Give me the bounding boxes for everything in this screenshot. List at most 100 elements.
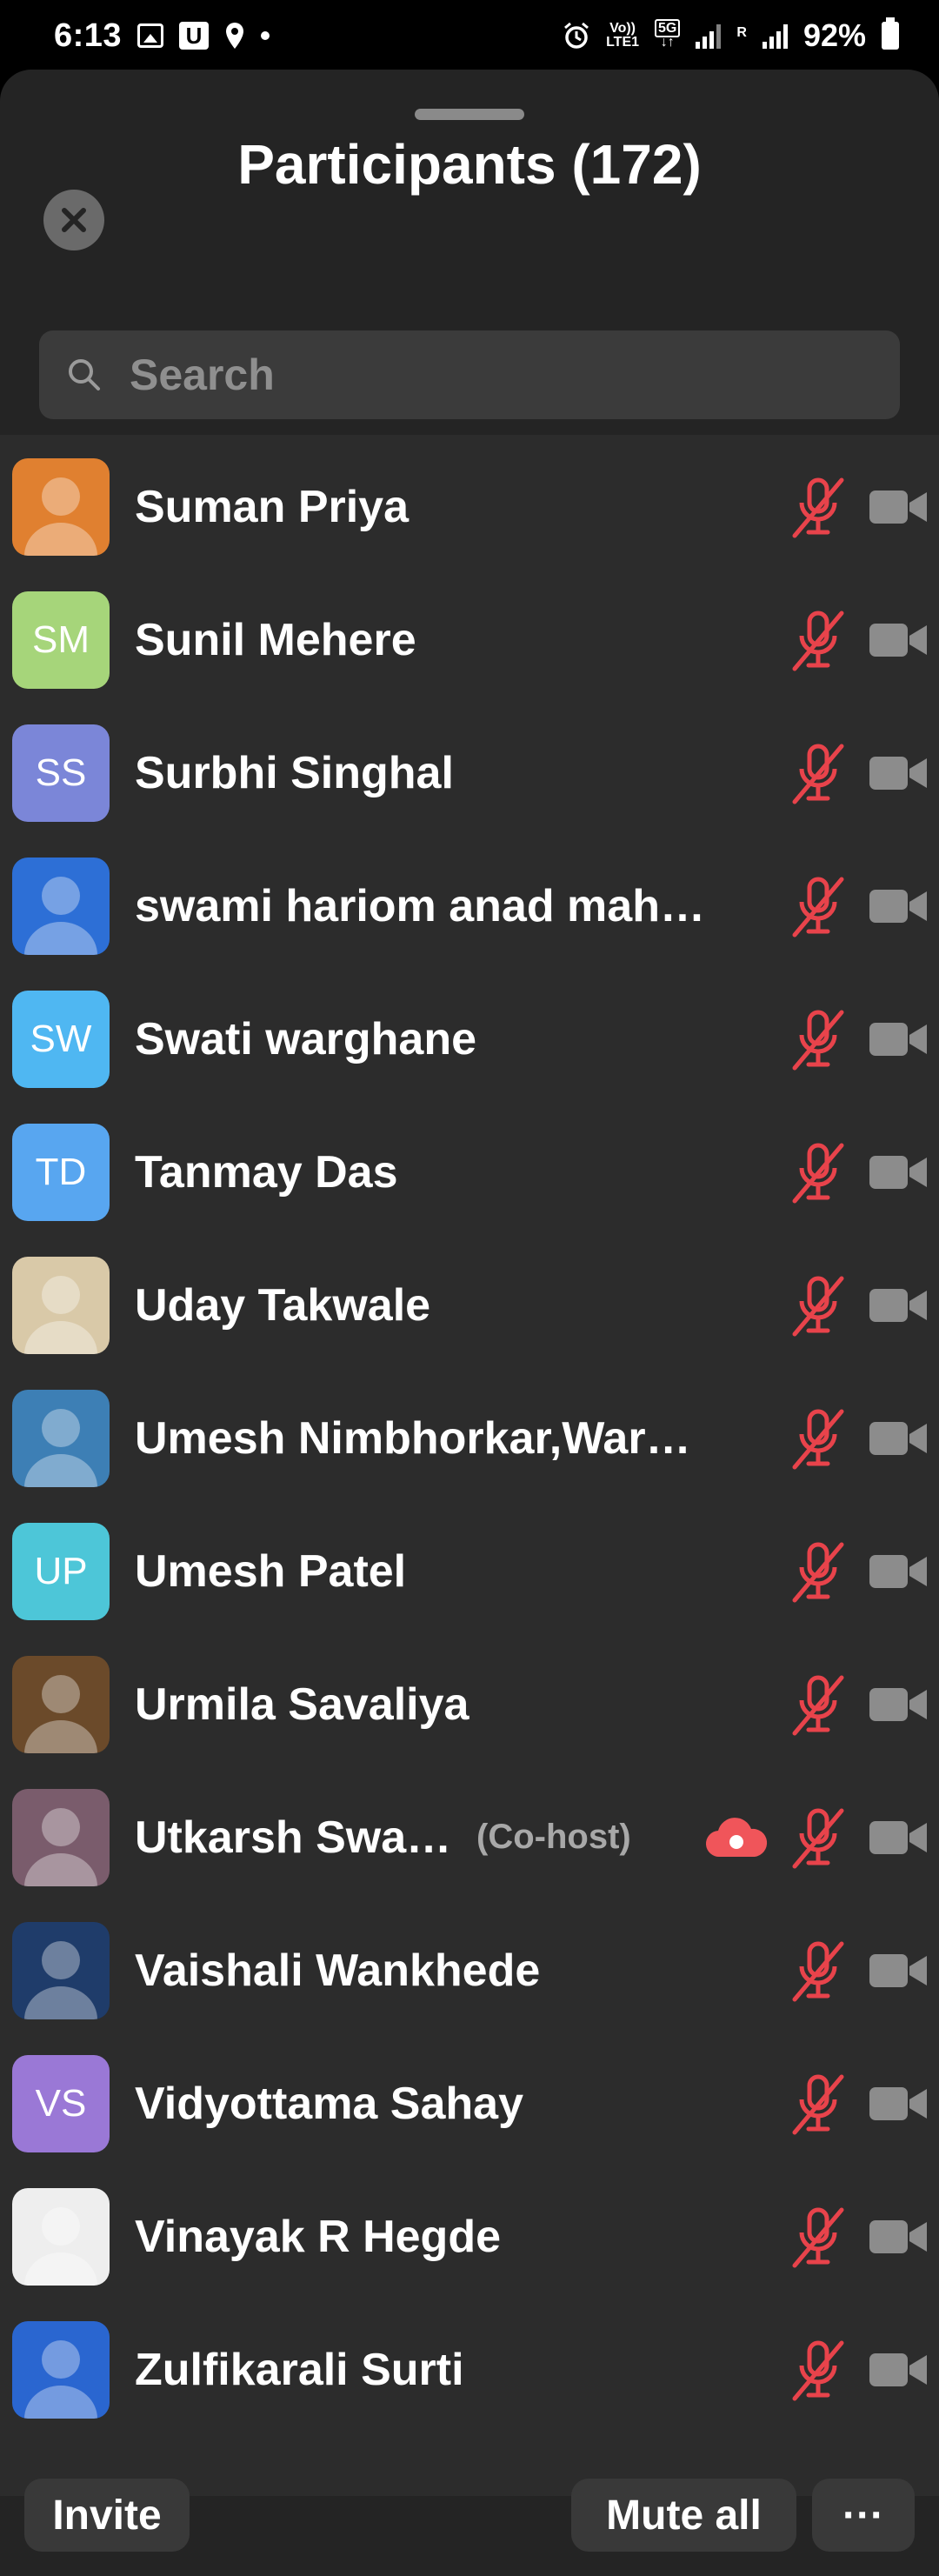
participant-name: Swati warghane [135, 1013, 476, 1064]
5g-indicator: 5G ↓↑ [655, 19, 681, 50]
mic-muted-icon[interactable] [789, 475, 847, 539]
participant-row[interactable]: swami hariom anad mah… [0, 839, 939, 972]
camera-icon[interactable] [868, 2215, 929, 2259]
avatar [12, 2187, 110, 2286]
mic-muted-icon[interactable] [789, 1140, 847, 1205]
camera-icon[interactable] [868, 1151, 929, 1194]
participant-name: Sunil Mehere [135, 614, 416, 665]
mic-muted-icon[interactable] [789, 741, 847, 805]
camera-icon[interactable] [868, 618, 929, 662]
participant-row[interactable]: VS Vidyottama Sahay [0, 2037, 939, 2170]
camera-icon[interactable] [868, 1683, 929, 1726]
participant-row[interactable]: TD Tanmay Das [0, 1105, 939, 1238]
avatar: SW [12, 990, 110, 1088]
camera-icon[interactable] [868, 1816, 929, 1859]
search-input[interactable]: Search [39, 330, 900, 419]
camera-icon[interactable] [868, 2348, 929, 2392]
signal-icon-2 [762, 23, 788, 49]
participants-sheet: Participants (172) Search Suman Priya SM S… [0, 70, 939, 2576]
alarm-icon [563, 22, 590, 50]
avatar [12, 457, 110, 556]
mic-muted-icon[interactable] [789, 2072, 847, 2136]
mic-muted-icon[interactable] [789, 1805, 847, 1870]
camera-icon[interactable] [868, 1949, 929, 1992]
avatar [12, 1256, 110, 1354]
avatar [12, 1788, 110, 1886]
mic-muted-icon[interactable] [789, 2205, 847, 2269]
avatar: UP [12, 1522, 110, 1620]
participant-row[interactable]: UP Umesh Patel [0, 1505, 939, 1638]
footer-bar: Invite Mute all ··· [0, 2426, 939, 2552]
avatar: SS [12, 724, 110, 822]
dot-icon [261, 31, 270, 40]
participant-row[interactable]: Urmila Savaliya [0, 1638, 939, 1771]
mic-muted-icon[interactable] [789, 874, 847, 938]
participant-row[interactable]: Vaishali Wankhede [0, 1904, 939, 2037]
search-placeholder: Search [130, 350, 275, 399]
mic-muted-icon[interactable] [789, 1007, 847, 1071]
battery-text: 92% [802, 17, 866, 53]
search-icon [69, 359, 100, 390]
close-button[interactable] [43, 190, 104, 250]
participant-name: Urmila Savaliya [135, 1678, 470, 1730]
battery-icon [882, 17, 899, 50]
camera-icon[interactable] [868, 1284, 929, 1327]
drag-handle[interactable] [415, 109, 524, 120]
participant-name: Umesh Patel [135, 1545, 407, 1597]
participant-row[interactable]: Zulfikarali Surti [0, 2303, 939, 2436]
mic-muted-icon[interactable] [789, 1939, 847, 2003]
avatar: SM [12, 591, 110, 689]
invite-button[interactable]: Invite [24, 2479, 190, 2552]
participant-name: Suman Priya [135, 481, 410, 532]
participants-list: Suman Priya SM Sunil Mehere SS Surbhi Singha… [0, 435, 939, 2496]
camera-icon[interactable] [868, 1417, 929, 1460]
camera-icon[interactable] [868, 884, 929, 928]
camera-icon[interactable] [868, 1550, 929, 1593]
mic-muted-icon[interactable] [789, 1273, 847, 1338]
status-time: 6:13 [54, 17, 123, 54]
participant-name: Utkarsh Swa… [135, 1812, 452, 1863]
mute-all-button[interactable]: Mute all [571, 2479, 796, 2552]
page-title: Participants (172) [237, 133, 702, 196]
status-bar: 6:13 U Vo)) LTE1 5G ↓↑ R 92% [0, 0, 939, 71]
cloud-recording-icon [704, 1815, 769, 1860]
avatar [12, 1655, 110, 1753]
camera-icon[interactable] [868, 2082, 929, 2126]
avatar [12, 1921, 110, 2019]
avatar [12, 857, 110, 955]
participant-name: Tanmay Das [135, 1146, 398, 1198]
avatar [12, 1389, 110, 1487]
avatar: VS [12, 2054, 110, 2152]
participant-name: Surbhi Singhal [135, 747, 454, 798]
camera-icon[interactable] [868, 1018, 929, 1061]
participant-row[interactable]: SS Surbhi Singhal [0, 706, 939, 839]
participant-name: Vaishali Wankhede [135, 1945, 541, 1996]
mic-muted-icon[interactable] [789, 1672, 847, 1737]
camera-icon[interactable] [868, 485, 929, 529]
participant-row[interactable]: Suman Priya [0, 440, 939, 573]
participant-row[interactable]: Vinayak R Hegde [0, 2170, 939, 2303]
more-options-button[interactable]: ··· [812, 2479, 915, 2552]
camera-icon[interactable] [868, 751, 929, 795]
participant-row[interactable]: Uday Takwale [0, 1238, 939, 1371]
participant-row[interactable]: Utkarsh Swa… (Co-host) [0, 1771, 939, 1904]
image-icon [137, 23, 164, 48]
volte-indicator: Vo)) LTE1 [606, 21, 640, 50]
u-app-icon: U [179, 22, 210, 50]
mic-muted-icon[interactable] [789, 2338, 847, 2402]
participant-name: Vinayak R Hegde [135, 2211, 502, 2262]
roaming-indicator: R [736, 25, 747, 40]
participant-name: Uday Takwale [135, 1279, 431, 1331]
mic-muted-icon[interactable] [789, 1406, 847, 1471]
location-icon [224, 22, 245, 50]
participant-row[interactable]: SW Swati warghane [0, 972, 939, 1105]
avatar: TD [12, 1123, 110, 1221]
participant-name: Umesh Nimbhorkar,War… [135, 1412, 691, 1464]
participant-row[interactable]: Umesh Nimbhorkar,War… [0, 1371, 939, 1505]
participant-row[interactable]: SM Sunil Mehere [0, 573, 939, 706]
participant-name: swami hariom anad mah… [135, 880, 705, 931]
mic-muted-icon[interactable] [789, 608, 847, 672]
mic-muted-icon[interactable] [789, 1539, 847, 1604]
participant-name: Vidyottama Sahay [135, 2078, 524, 2129]
signal-icon [696, 23, 722, 49]
